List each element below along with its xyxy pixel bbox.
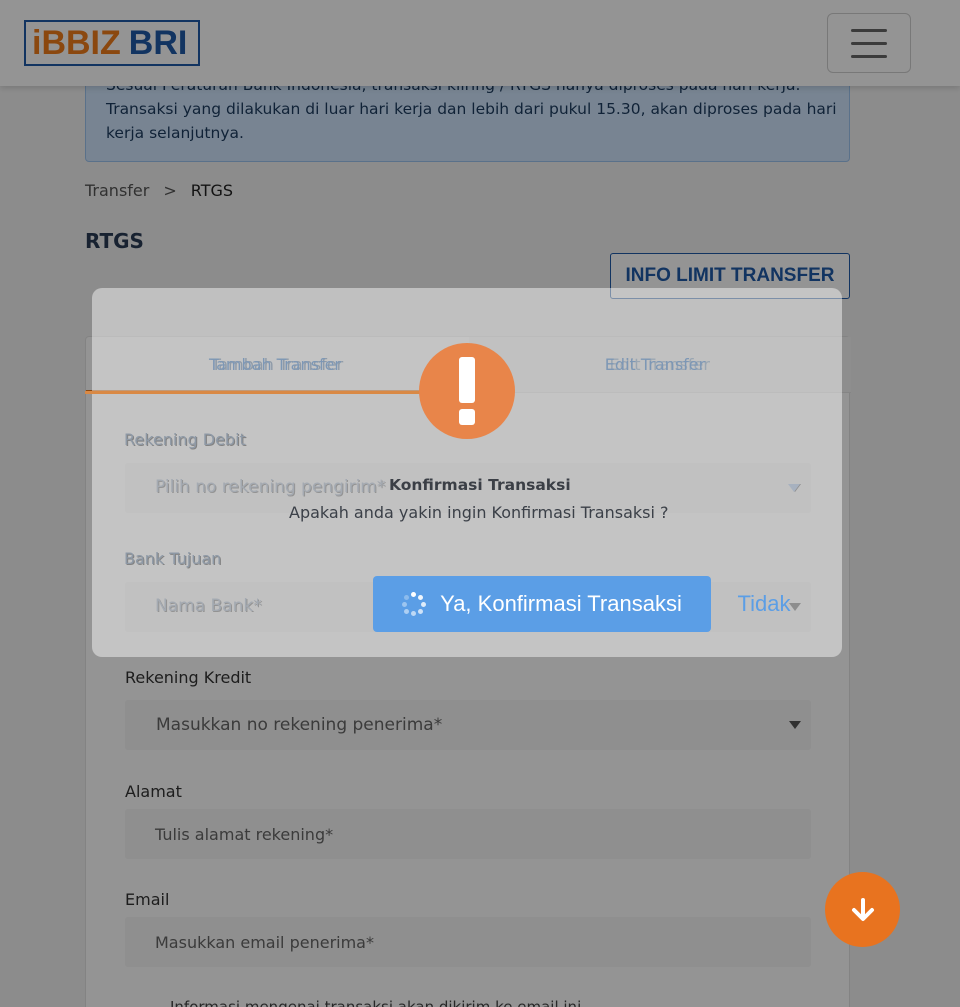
dialog-title: Konfirmasi Transaksi (389, 476, 571, 494)
modal-bg-rekening-debit-placeholder: Pilih no rekening pengirim* (155, 477, 386, 497)
cancel-button[interactable]: Tidak (724, 576, 804, 632)
modal-bg-rekening-debit-label: Rekening Debit (124, 430, 246, 449)
exclamation-icon-dot (459, 409, 475, 425)
exclamation-icon (419, 343, 515, 439)
chevron-down-icon (788, 484, 800, 492)
dialog-message: Apakah anda yakin ingin Konfirmasi Trans… (289, 503, 669, 522)
modal-bg-bank-tujuan-label: Bank Tujuan (124, 549, 222, 568)
modal-bg-bank-tujuan-placeholder: Nama Bank* (155, 596, 262, 616)
loading-spinner-icon (402, 592, 427, 616)
scroll-down-button[interactable] (825, 872, 900, 947)
confirm-transaction-button[interactable]: Ya, Konfirmasi Transaksi (373, 576, 711, 632)
modal-bg-tab-edit: Edit Transfer (604, 354, 706, 374)
confirm-dialog: Tambah Transfer Edit Transfer Rekening D… (85, 288, 842, 657)
confirm-button-label: Ya, Konfirmasi Transaksi (440, 591, 682, 616)
modal-bg-tab-tambah: Tambah Transfer (85, 334, 465, 394)
exclamation-icon-bar (459, 357, 475, 403)
arrow-down-icon (851, 897, 874, 921)
